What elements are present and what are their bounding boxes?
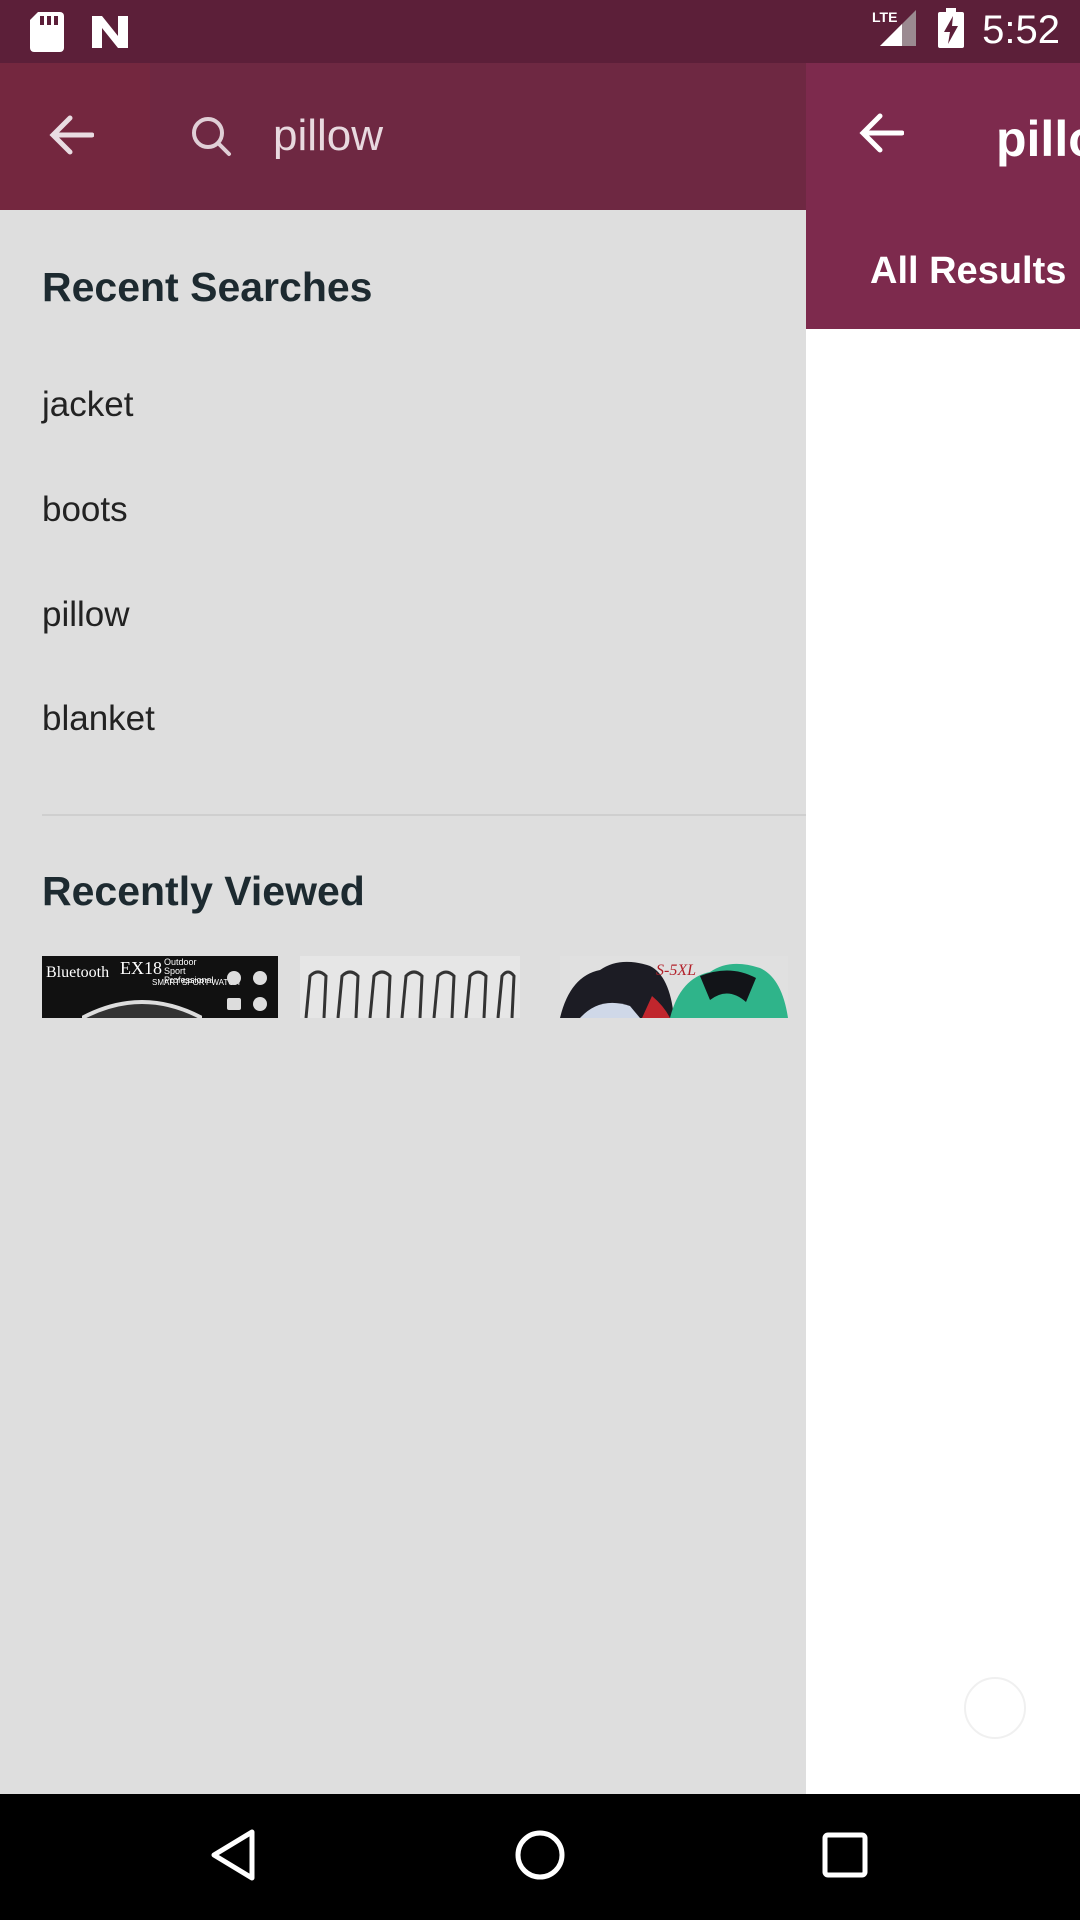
- recent-searches-title: Recent Searches: [42, 264, 373, 310]
- recent-search-item[interactable]: jacket: [42, 385, 133, 425]
- results-title: pillo: [996, 111, 1080, 167]
- results-body: [806, 329, 1080, 1794]
- sd-card-icon: [30, 12, 64, 57]
- watch-feature-icons: [227, 971, 267, 1011]
- svg-text:LTE: LTE: [872, 9, 897, 25]
- search-icon: [190, 115, 232, 162]
- hoodie-size-label: S-5XL: [656, 962, 696, 979]
- recent-search-item[interactable]: blanket: [42, 699, 155, 739]
- nav-recents-icon[interactable]: [822, 1832, 868, 1883]
- watch-model: EX18: [120, 958, 162, 978]
- recently-viewed-item-hoodie[interactable]: S-5XL: [560, 956, 788, 1018]
- watch-image: [82, 1000, 202, 1018]
- search-query[interactable]: pillow: [273, 111, 383, 161]
- tab-all-results[interactable]: All Results: [870, 250, 1066, 293]
- clock: 5:52: [982, 8, 1060, 52]
- battery-charging-icon: [938, 8, 965, 53]
- navigation-bar: [0, 1794, 1080, 1920]
- search-input[interactable]: pillow: [150, 63, 806, 210]
- recently-viewed-list: Bluetooth EX18 Outdoor Sport Professiona…: [42, 956, 792, 1018]
- bobby-pins-image: [304, 970, 516, 1018]
- n-logo-icon: [90, 14, 130, 55]
- search-header: pillow: [0, 63, 806, 210]
- search-drawer: pillow Recent Searches jacket boots pill…: [0, 63, 806, 1794]
- watch-brand: Bluetooth: [46, 964, 110, 981]
- status-bar: LTE 5:52: [0, 0, 1080, 63]
- floating-button[interactable]: [964, 1677, 1026, 1739]
- recently-viewed-item-bobby-pins[interactable]: [300, 956, 520, 1018]
- section-divider: [42, 814, 806, 816]
- nav-back-icon[interactable]: [210, 1829, 256, 1886]
- recently-viewed-item-watch[interactable]: Bluetooth EX18 Outdoor Sport Professiona…: [42, 956, 278, 1018]
- nav-home-icon[interactable]: [514, 1829, 566, 1886]
- signal-icon: LTE: [872, 8, 920, 53]
- results-back-arrow-icon[interactable]: [858, 113, 905, 158]
- back-arrow-icon[interactable]: [48, 115, 95, 160]
- recent-search-item[interactable]: boots: [42, 490, 128, 530]
- recently-viewed-title: Recently Viewed: [42, 868, 365, 914]
- recent-search-item[interactable]: pillow: [42, 595, 130, 635]
